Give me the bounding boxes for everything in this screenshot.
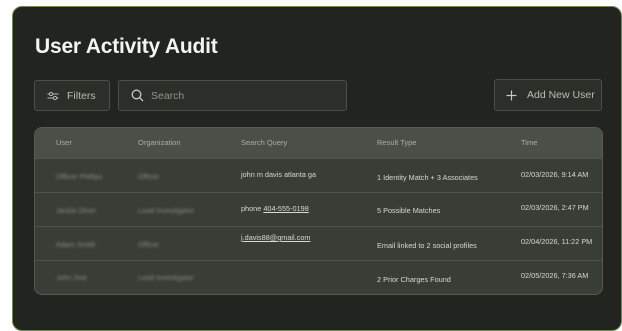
column-header-result-type[interactable]: Result Type — [377, 138, 416, 147]
time-cell: 02/05/2026, 7:36 AM — [521, 271, 589, 280]
table-row[interactable]: Jackie Olver Lead Investigator phone 404… — [35, 192, 602, 226]
table-row[interactable]: Adam Smith Officer j.davis88@gmail.com E… — [35, 226, 602, 260]
search-placeholder: Search — [151, 89, 185, 102]
table-header: User Organization Search Query Result Ty… — [35, 128, 602, 158]
column-header-time[interactable]: Time — [521, 138, 537, 147]
sliders-icon — [47, 91, 59, 100]
result-type-cell: 2 Prior Charges Found — [377, 275, 451, 284]
table-row[interactable]: John Doe Lead Investigator 2 Prior Charg… — [35, 260, 602, 294]
organization-cell: Lead Investigator — [138, 273, 194, 282]
result-type-cell: 1 Identity Match + 3 Associates — [377, 173, 478, 182]
result-type-cell: Email linked to 2 social profiles — [377, 241, 477, 250]
time-cell: 02/03/2026, 9:14 AM — [521, 170, 589, 179]
user-cell: John Doe — [56, 273, 88, 282]
table-row[interactable]: Officer Phillips Officer john m davis at… — [35, 158, 602, 192]
search-query-cell: phone 404-555-0198 — [241, 204, 309, 213]
filters-label: Filters — [67, 89, 96, 102]
search-query-text: phone — [241, 204, 264, 213]
user-cell: Adam Smith — [56, 240, 96, 249]
activity-table: User Organization Search Query Result Ty… — [34, 127, 603, 295]
time-cell: 02/03/2026, 2:47 PM — [521, 203, 589, 212]
column-header-search-query[interactable]: Search Query — [241, 138, 287, 147]
organization-cell: Lead Investigator — [138, 206, 194, 215]
organization-cell: Officer — [138, 172, 160, 181]
search-query-cell: john m davis atlanta ga — [241, 170, 316, 179]
page-title: User Activity Audit — [35, 35, 218, 58]
app-window: User Activity Audit Filters Search Add N… — [12, 6, 622, 331]
add-new-user-label: Add New User — [527, 89, 595, 101]
column-header-user[interactable]: User — [56, 138, 72, 147]
user-cell: Officer Phillips — [56, 172, 103, 181]
result-type-cell: 5 Possible Matches — [377, 206, 441, 215]
search-icon — [131, 89, 144, 102]
organization-cell: Officer — [138, 240, 160, 249]
time-cell: 02/04/2026, 11:22 PM — [521, 237, 593, 246]
add-new-user-button[interactable]: Add New User — [494, 79, 602, 111]
email-link[interactable]: j.davis88@gmail.com — [241, 233, 310, 242]
user-cell: Jackie Olver — [56, 206, 97, 215]
search-input[interactable]: Search — [118, 80, 347, 111]
phone-link[interactable]: 404-555-0198 — [263, 204, 308, 213]
plus-icon — [506, 90, 517, 100]
filters-button[interactable]: Filters — [34, 80, 110, 111]
search-query-text: john m davis atlanta ga — [241, 170, 317, 179]
column-header-organization[interactable]: Organization — [138, 138, 181, 147]
